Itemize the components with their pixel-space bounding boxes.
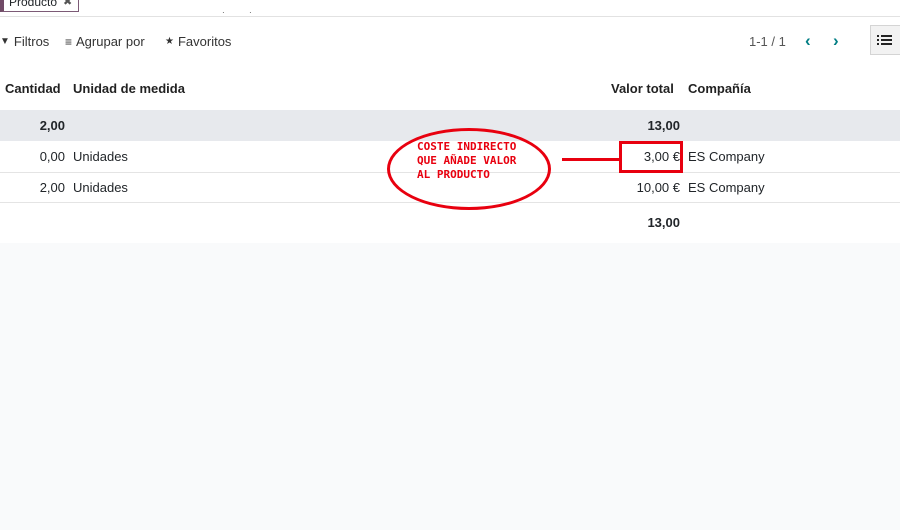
row-uom: Unidades <box>73 149 128 164</box>
group-by-button[interactable]: ≡ Agrupar por <box>65 34 145 49</box>
group-total: 13,00 <box>647 118 680 133</box>
column-header-total[interactable]: Valor total <box>611 81 674 97</box>
filters-label: Filtros <box>13 34 50 49</box>
annotation-highlight-box <box>619 141 683 173</box>
control-panel: ▼ Filtros ≡ Agrupar por ★ Favoritos 1-1 … <box>0 16 900 68</box>
filter-icon: ▼ <box>0 36 10 47</box>
group-by-label: Agrupar por <box>76 34 145 49</box>
star-icon: ★ <box>165 36 174 47</box>
favorites-button[interactable]: ★ Favoritos <box>165 34 231 49</box>
group-quantity: 2,00 <box>39 118 65 133</box>
search-facet-label: Producto <box>9 0 58 9</box>
row-company: ES Company <box>688 180 765 195</box>
filters-button[interactable]: ▼ Filtros <box>0 34 49 49</box>
list-view-icon <box>876 35 892 45</box>
annotation-text: COSTE INDIRECTO QUE AÑADE VALOR AL PRODU… <box>417 140 517 181</box>
close-icon[interactable]: ✖ <box>63 0 72 9</box>
favorites-label: Favoritos <box>177 34 232 49</box>
chevron-right-icon[interactable]: › <box>833 31 839 51</box>
column-header-uom[interactable]: Unidad de medida <box>73 81 185 97</box>
chevron-left-icon[interactable]: ‹ <box>805 31 811 51</box>
search-bar: Producto ✖ · · <box>0 0 900 17</box>
column-header-company[interactable]: Compañía <box>688 81 751 97</box>
column-header-quantity[interactable]: Cantidad <box>5 81 61 97</box>
annotation-connector <box>562 158 620 161</box>
list-view-button[interactable] <box>870 25 900 55</box>
search-facet[interactable]: Producto ✖ <box>0 0 79 12</box>
row-company: ES Company <box>688 149 765 164</box>
row-quantity: 0,00 <box>39 149 65 164</box>
footer-total: 13,00 <box>647 215 680 230</box>
row-uom: Unidades <box>73 180 128 195</box>
row-quantity: 2,00 <box>39 180 65 195</box>
bars-icon: ≡ <box>65 34 73 49</box>
pager-value[interactable]: 1-1 / 1 <box>749 34 786 49</box>
row-total: 10,00 € <box>636 180 680 195</box>
